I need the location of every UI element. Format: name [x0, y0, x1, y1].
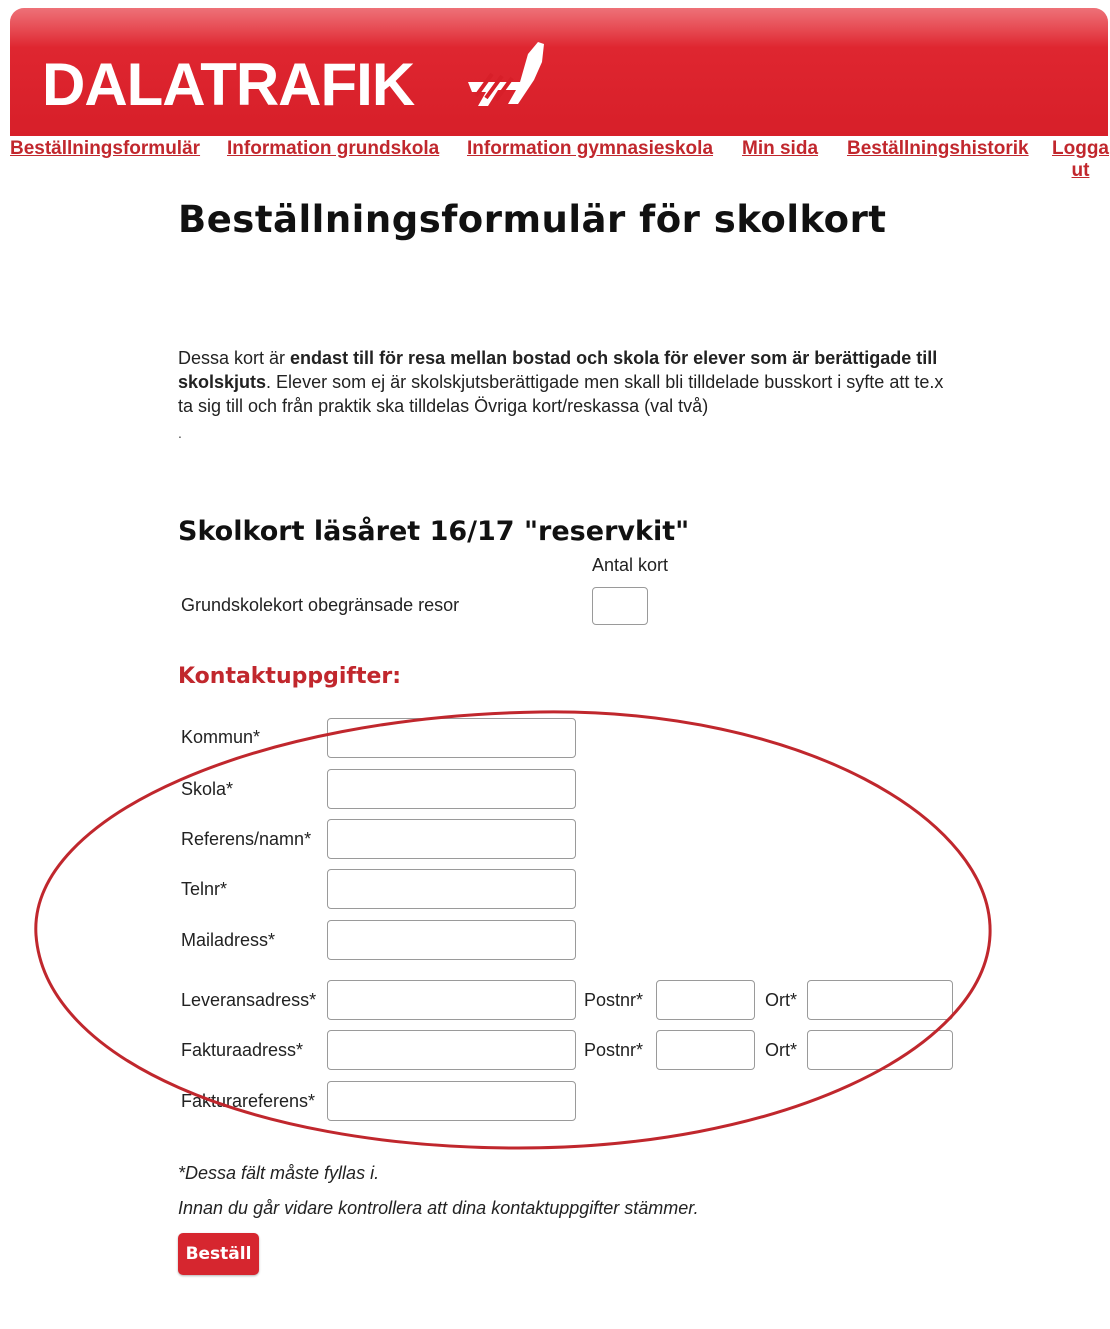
main-nav: Beställningsformulär Information grundsk… — [0, 136, 1110, 184]
nav-min-sida[interactable]: Min sida — [742, 138, 818, 160]
telnr-input[interactable] — [327, 869, 576, 909]
leverans-ort-input[interactable] — [807, 980, 953, 1020]
logout-line1: Logga — [1052, 138, 1109, 159]
cards-section-title: Skolkort läsåret 16/17 "reservkit" — [178, 516, 690, 547]
faktura-ort-label: Ort* — [765, 1040, 798, 1060]
logout-line2: ut — [1071, 160, 1090, 181]
card-quantity-input[interactable] — [592, 587, 648, 625]
nav-information-gymnasieskola[interactable]: Information gymnasieskola — [467, 138, 713, 160]
page-title: Beställningsformulär för skolkort — [178, 198, 887, 241]
telnr-label: Telnr* — [181, 879, 228, 899]
nav-information-grundskola[interactable]: Information grundskola — [227, 138, 439, 160]
faktura-ort-input[interactable] — [807, 1030, 953, 1070]
header-sheen — [10, 8, 1108, 48]
nav-logout-link[interactable]: Logga ut — [1052, 138, 1109, 182]
leveransadress-input[interactable] — [327, 980, 576, 1020]
fakturaadress-label: Fakturaadress* — [181, 1040, 304, 1060]
header-banner: DALATRAFIK — [10, 8, 1108, 136]
card-row-label: Grundskolekort obegränsade resor — [181, 595, 460, 615]
leverans-ort-label: Ort* — [765, 990, 798, 1010]
intro-text: Dessa kort är endast till för resa mella… — [178, 346, 948, 418]
dala-horse-logo-icon — [468, 42, 544, 106]
referens-input[interactable] — [327, 819, 576, 859]
order-button[interactable]: Beställ — [178, 1233, 259, 1275]
faktura-postnr-label: Postnr* — [584, 1040, 644, 1060]
leveransadress-label: Leveransadress* — [181, 990, 317, 1010]
logo-text: DALATRAFIK — [42, 51, 415, 118]
fakturaadress-input[interactable] — [327, 1030, 576, 1070]
contact-section-title: Kontaktuppgifter: — [178, 664, 402, 689]
leverans-postnr-input[interactable] — [656, 980, 755, 1020]
skola-label: Skola* — [181, 779, 234, 799]
mailadress-label: Mailadress* — [181, 930, 276, 950]
leverans-postnr-label: Postnr* — [584, 990, 644, 1010]
nav-bestallningsformular[interactable]: Beställningsformulär — [10, 138, 200, 160]
kommun-input[interactable] — [327, 718, 576, 758]
skola-input[interactable] — [327, 769, 576, 809]
intro-suffix: . Elever som ej är skolskjutsberättigade… — [178, 372, 944, 416]
nav-bestallningshistorik[interactable]: Beställningshistorik — [847, 138, 1029, 160]
quantity-header: Antal kort — [592, 555, 669, 575]
kommun-label: Kommun* — [181, 727, 261, 747]
referens-label: Referens/namn* — [181, 829, 312, 849]
intro-dot: . — [178, 425, 182, 441]
faktura-postnr-input[interactable] — [656, 1030, 755, 1070]
fakturareferens-input[interactable] — [327, 1081, 576, 1121]
check-note: Innan du går vidare kontrollera att dina… — [178, 1198, 699, 1218]
fakturareferens-label: Fakturareferens* — [181, 1091, 316, 1111]
required-note: *Dessa fält måste fyllas i. — [178, 1163, 380, 1183]
intro-prefix: Dessa kort är — [178, 348, 291, 368]
mailadress-input[interactable] — [327, 920, 576, 960]
